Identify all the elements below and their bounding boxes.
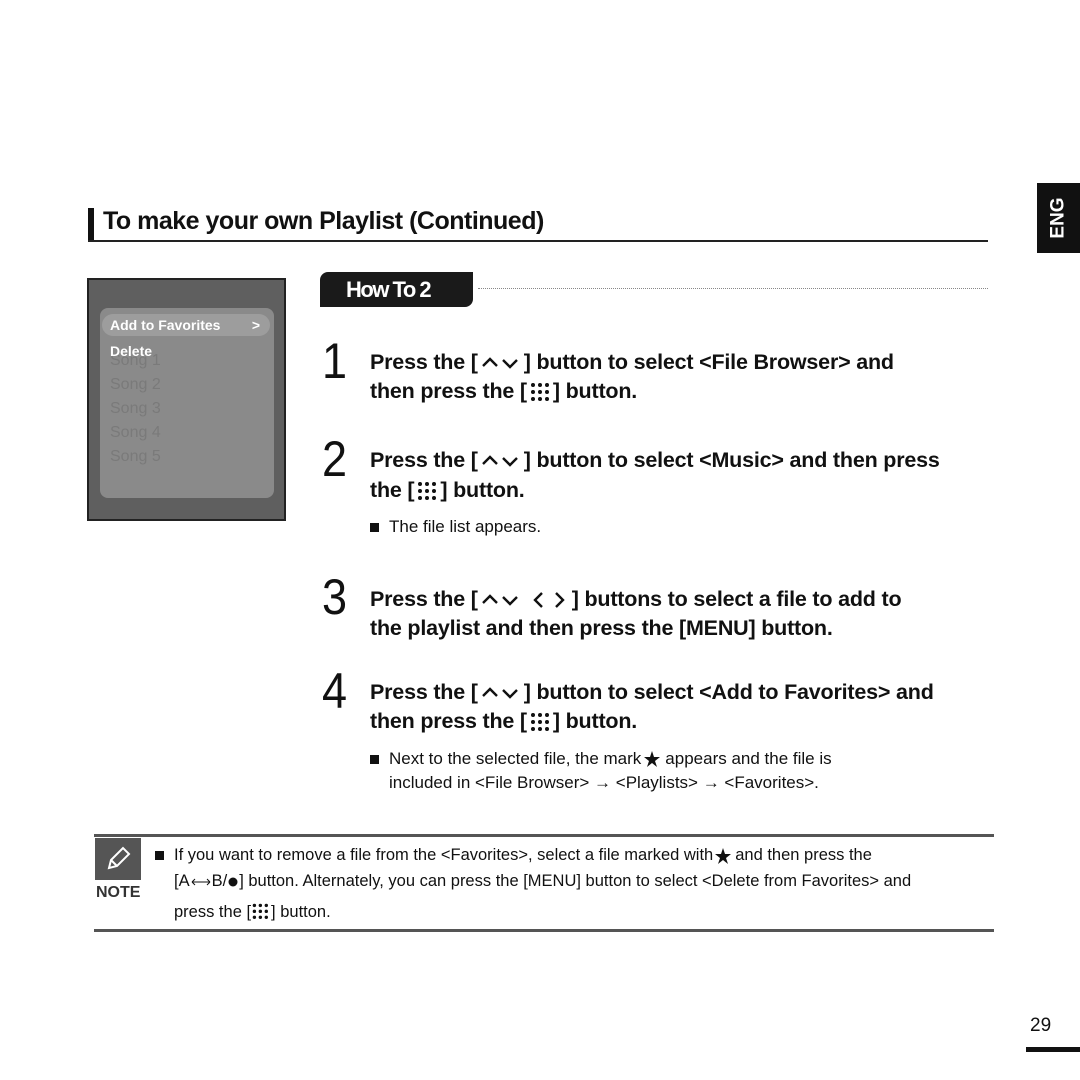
step-text: Press the [ (370, 587, 478, 611)
note-line-1: If you want to remove a file from the <F… (155, 846, 872, 865)
step-text: Press the [ (370, 350, 478, 374)
step-text: ] button. (552, 379, 638, 403)
up-down-icon (481, 594, 518, 605)
note-top-rule (94, 834, 994, 837)
heading-bar (88, 208, 94, 242)
note-text: ] button. Alternately, you can press the… (239, 872, 912, 890)
step-2-note: The file list appears. (370, 517, 541, 537)
step-4-note-cont: included in <File Browser> → <Playlists>… (389, 773, 819, 792)
note-text: and then press the (735, 846, 872, 864)
step-text: ] button to select <File Browser> and (523, 350, 894, 374)
step-3-line-2: the playlist and then press the [MENU] b… (370, 616, 833, 640)
device-screen-image: Song 1 Song 2 Song 3 Song 4 Song 5 Add t… (87, 278, 286, 521)
heading-underline (88, 240, 988, 242)
left-right-icon (533, 591, 565, 608)
step-4-line-1: Press the [ ] button to select <Add to Fa… (370, 680, 934, 705)
page-number-bar (1026, 1047, 1080, 1052)
note-bottom-rule (94, 929, 994, 932)
bullet-icon (370, 754, 379, 764)
context-menu: Song 1 Song 2 Song 3 Song 4 Song 5 Add t… (100, 308, 274, 498)
language-tab-label: ENG (1047, 197, 1069, 239)
menu-grid-icon (418, 481, 437, 500)
dot-icon (228, 877, 238, 886)
step-text: then press the [ (370, 709, 527, 733)
step-1-line-2: then press the [ ] button. (370, 379, 637, 404)
star-icon (715, 847, 732, 864)
step-3-line-1: Press the [ ] buttons to select a file to… (370, 587, 902, 612)
step-number: 4 (322, 663, 348, 719)
note-text: If you want to remove a file from the <F… (174, 846, 714, 864)
up-down-icon (481, 455, 518, 466)
step-1-line-1: Press the [ ] button to select <File Brow… (370, 350, 894, 375)
step-text: ] button to select <Add to Favorites> an… (523, 680, 934, 704)
language-tab: ENG (1037, 183, 1080, 253)
chevron-right-icon: > (251, 317, 260, 333)
step-text: ] button to select <Music> and then pres… (523, 448, 940, 472)
note-label: NOTE (96, 884, 141, 901)
howto-badge: How To 2 (320, 272, 473, 307)
song-item: Song 5 (110, 448, 161, 465)
note-text: appears and the file is (665, 749, 832, 768)
step-text: then press the [ (370, 379, 527, 403)
step-4-note: Next to the selected file, the mark appea… (370, 749, 832, 769)
note-line-2: [A B/ ] button. Alternately, you can press… (174, 872, 911, 891)
menu-item-label: Add to Favorites (110, 317, 221, 333)
dotted-divider (478, 288, 988, 289)
step-text: the [ (370, 478, 415, 502)
menu-item-add-to-favorites: Add to Favorites > (102, 314, 270, 336)
note-text: ] button. (271, 902, 331, 921)
song-item: Song 2 (110, 376, 161, 393)
note-line-3: press the [ ] button. (174, 902, 331, 922)
song-item: Song 3 (110, 400, 161, 417)
star-icon (644, 751, 661, 767)
step-text: ] button. (552, 709, 638, 733)
step-2-line-2: the [ ] button. (370, 478, 525, 503)
arrow-left-right-icon (191, 878, 210, 885)
note-text: press the [ (174, 902, 252, 921)
step-number: 2 (322, 431, 348, 487)
up-down-icon (481, 357, 518, 368)
pencil-icon (95, 838, 141, 880)
step-2-line-1: Press the [ ] button to select <Music> an… (370, 448, 940, 473)
step-number: 1 (322, 333, 348, 389)
note-text: B/ (211, 872, 228, 890)
menu-grid-icon (530, 712, 549, 731)
song-item: Song 4 (110, 424, 161, 441)
menu-item-delete: Delete (110, 343, 153, 359)
up-down-icon (481, 687, 518, 698)
note-text: The file list appears. (389, 517, 542, 536)
page-number: 29 (1030, 1015, 1052, 1036)
menu-grid-icon (530, 382, 549, 401)
step-text: ] buttons to select a file to add to (571, 587, 902, 611)
step-text: ] button. (440, 478, 525, 502)
step-4-line-2: then press the [ ] button. (370, 709, 637, 734)
bullet-icon (155, 851, 164, 860)
step-number: 3 (322, 569, 348, 625)
step-text: Press the [ (370, 448, 478, 472)
bullet-icon (370, 522, 379, 532)
page-title: To make your own Playlist (Continued) (103, 207, 544, 235)
note-text: [A (174, 872, 190, 890)
step-text: Press the [ (370, 680, 478, 704)
menu-grid-icon (252, 903, 269, 919)
note-text: Next to the selected file, the mark (389, 749, 642, 768)
